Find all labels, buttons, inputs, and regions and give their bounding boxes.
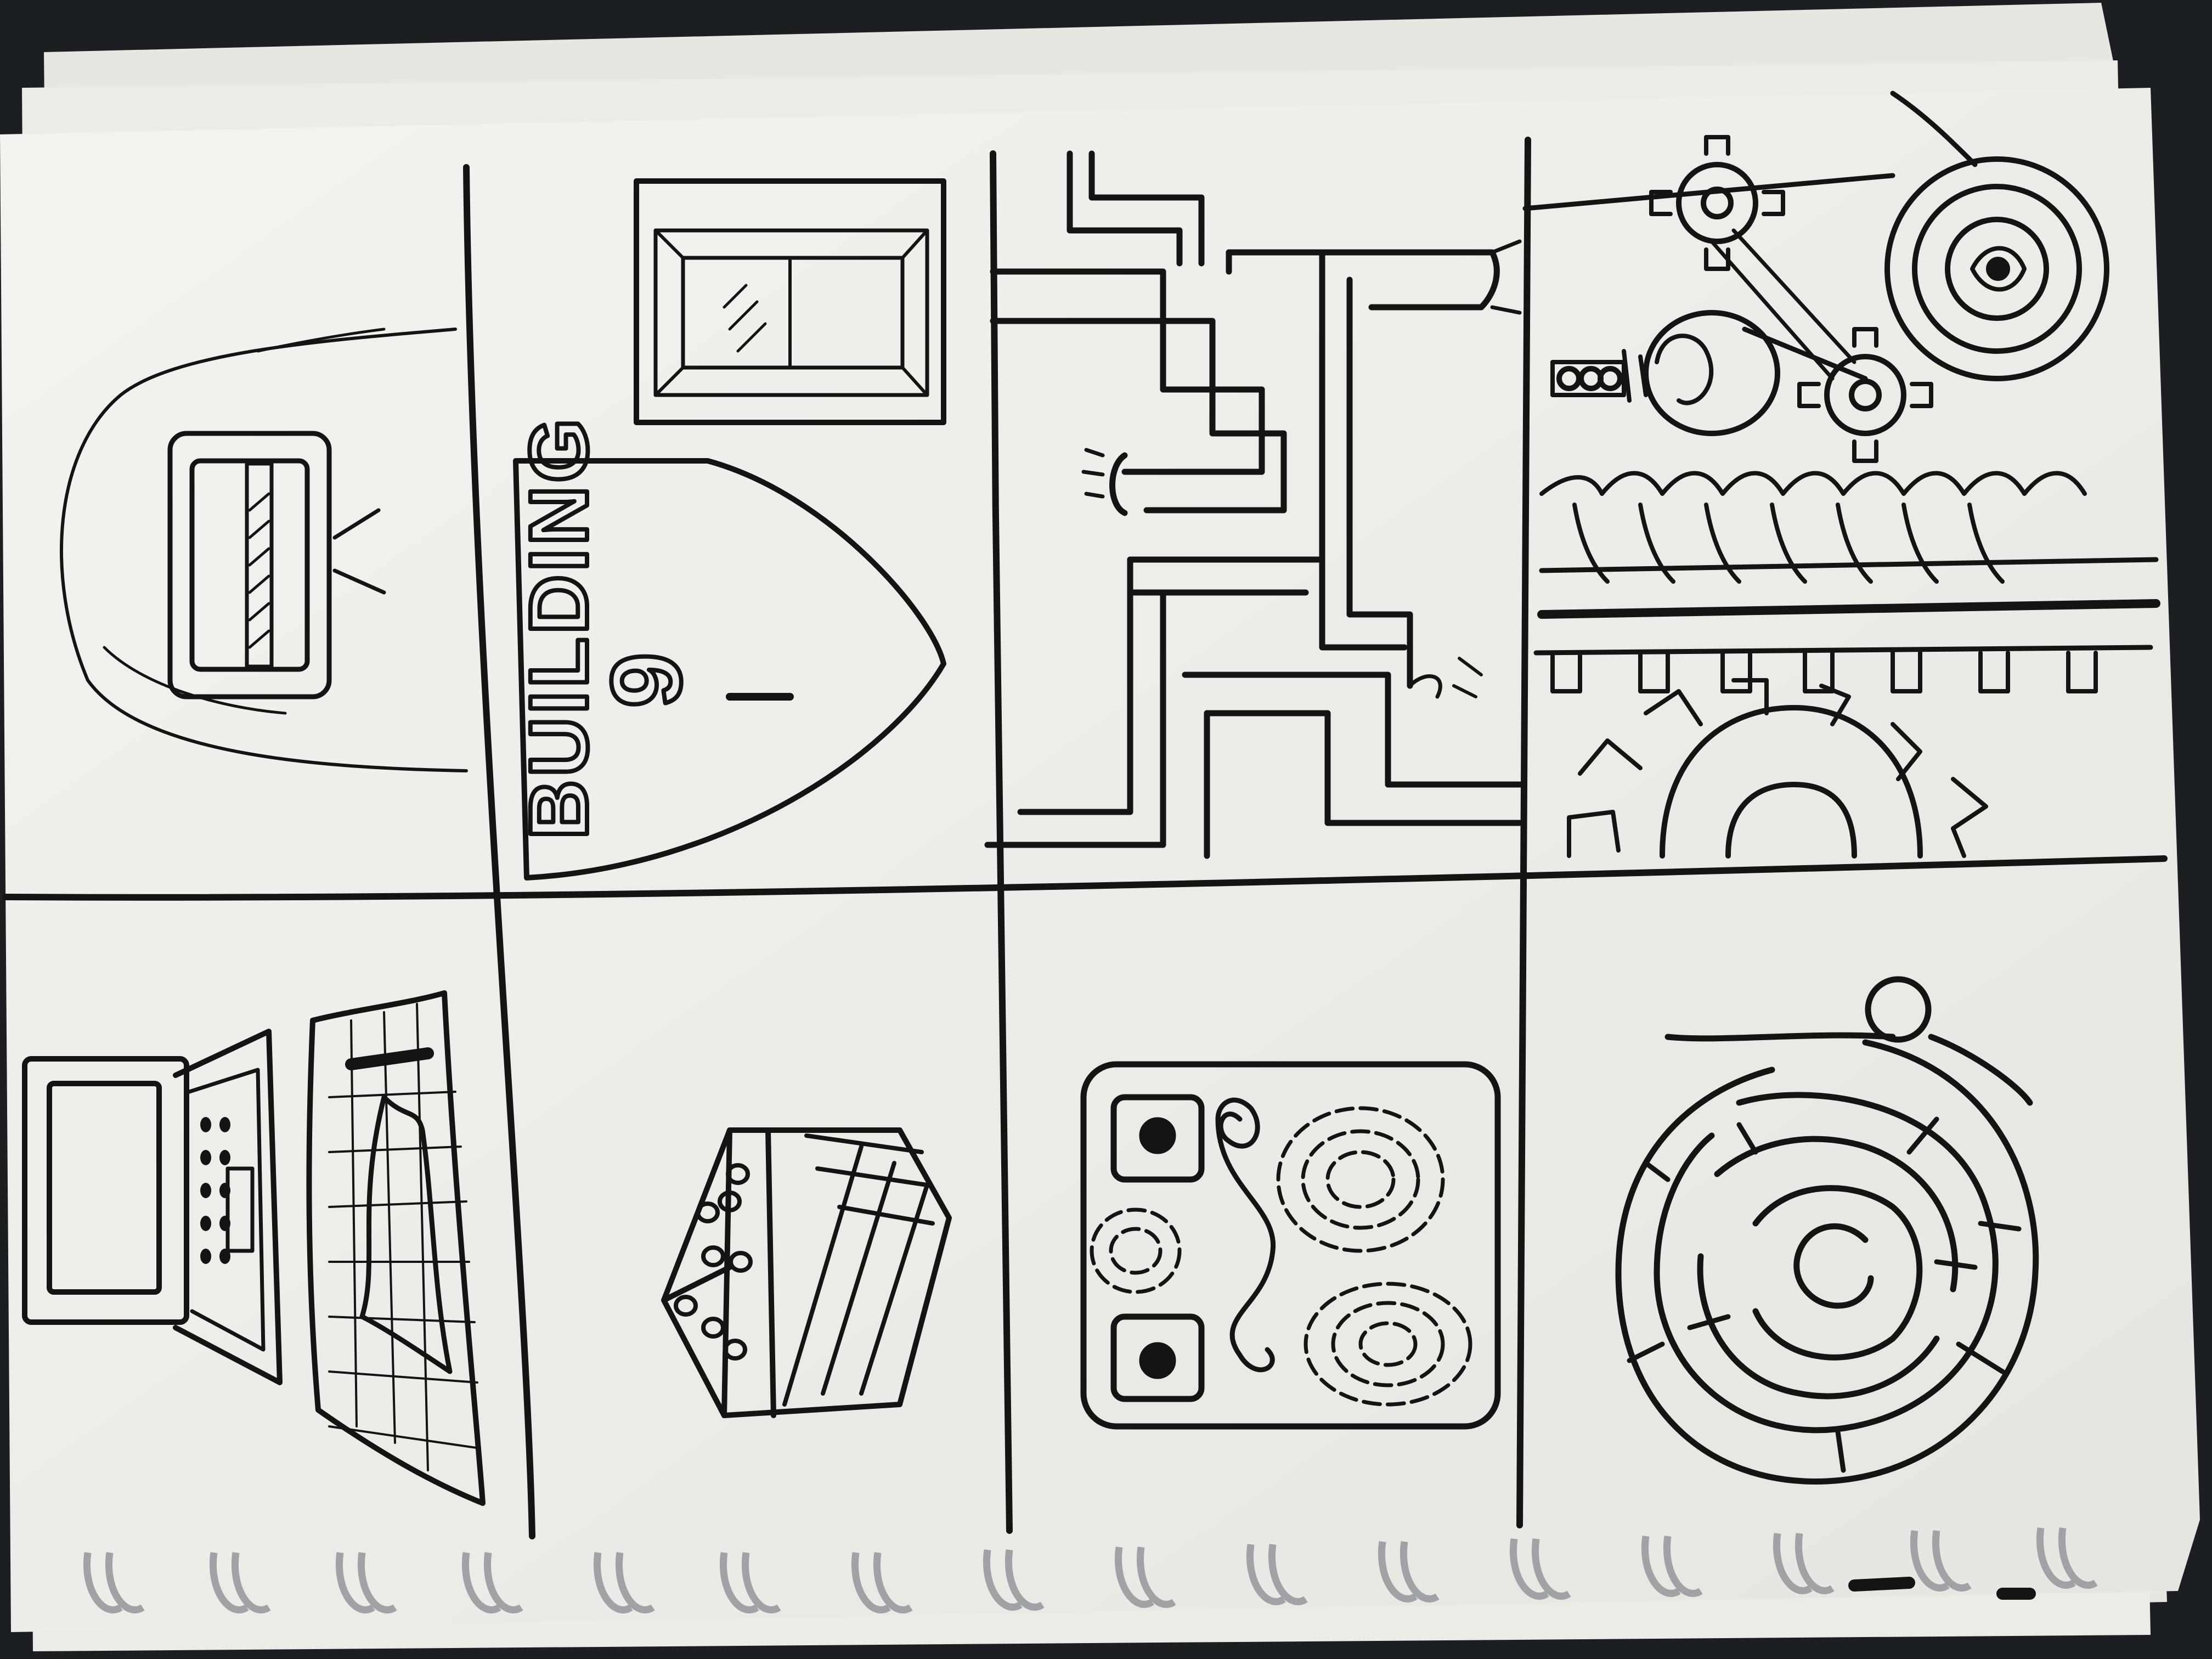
building-label: BUILDING xyxy=(512,415,605,839)
sketchbook-photo: BUILDING 9 xyxy=(0,0,2212,1659)
photo-stage: BUILDING 9 xyxy=(0,0,2212,1659)
building-number: 9 xyxy=(591,653,702,708)
